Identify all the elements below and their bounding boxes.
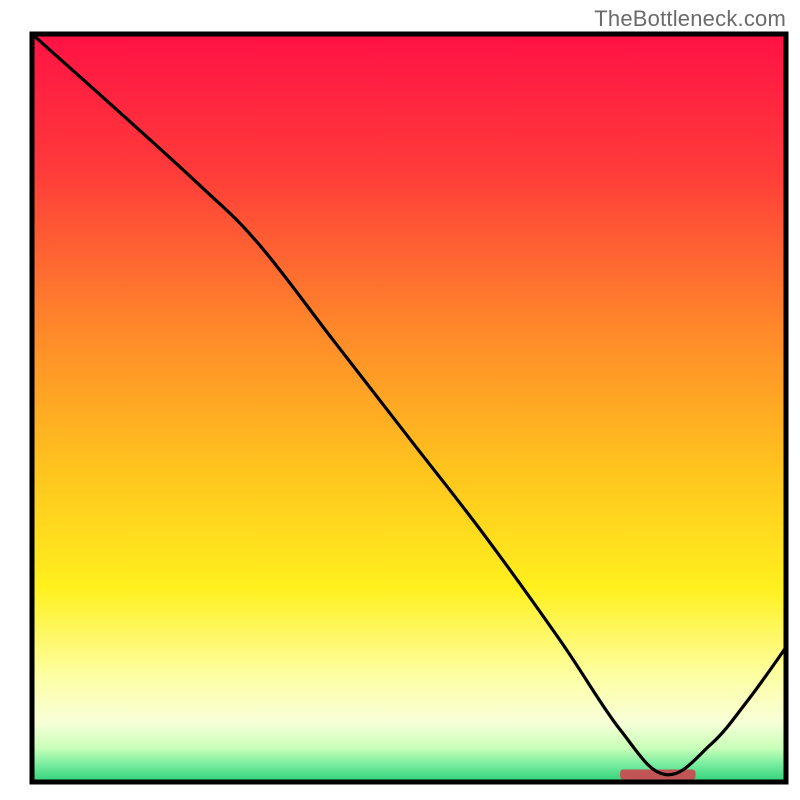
chart-svg	[0, 0, 800, 800]
watermark-text: TheBottleneck.com	[594, 6, 786, 32]
chart-stage: TheBottleneck.com	[0, 0, 800, 800]
plot-background	[32, 34, 786, 782]
